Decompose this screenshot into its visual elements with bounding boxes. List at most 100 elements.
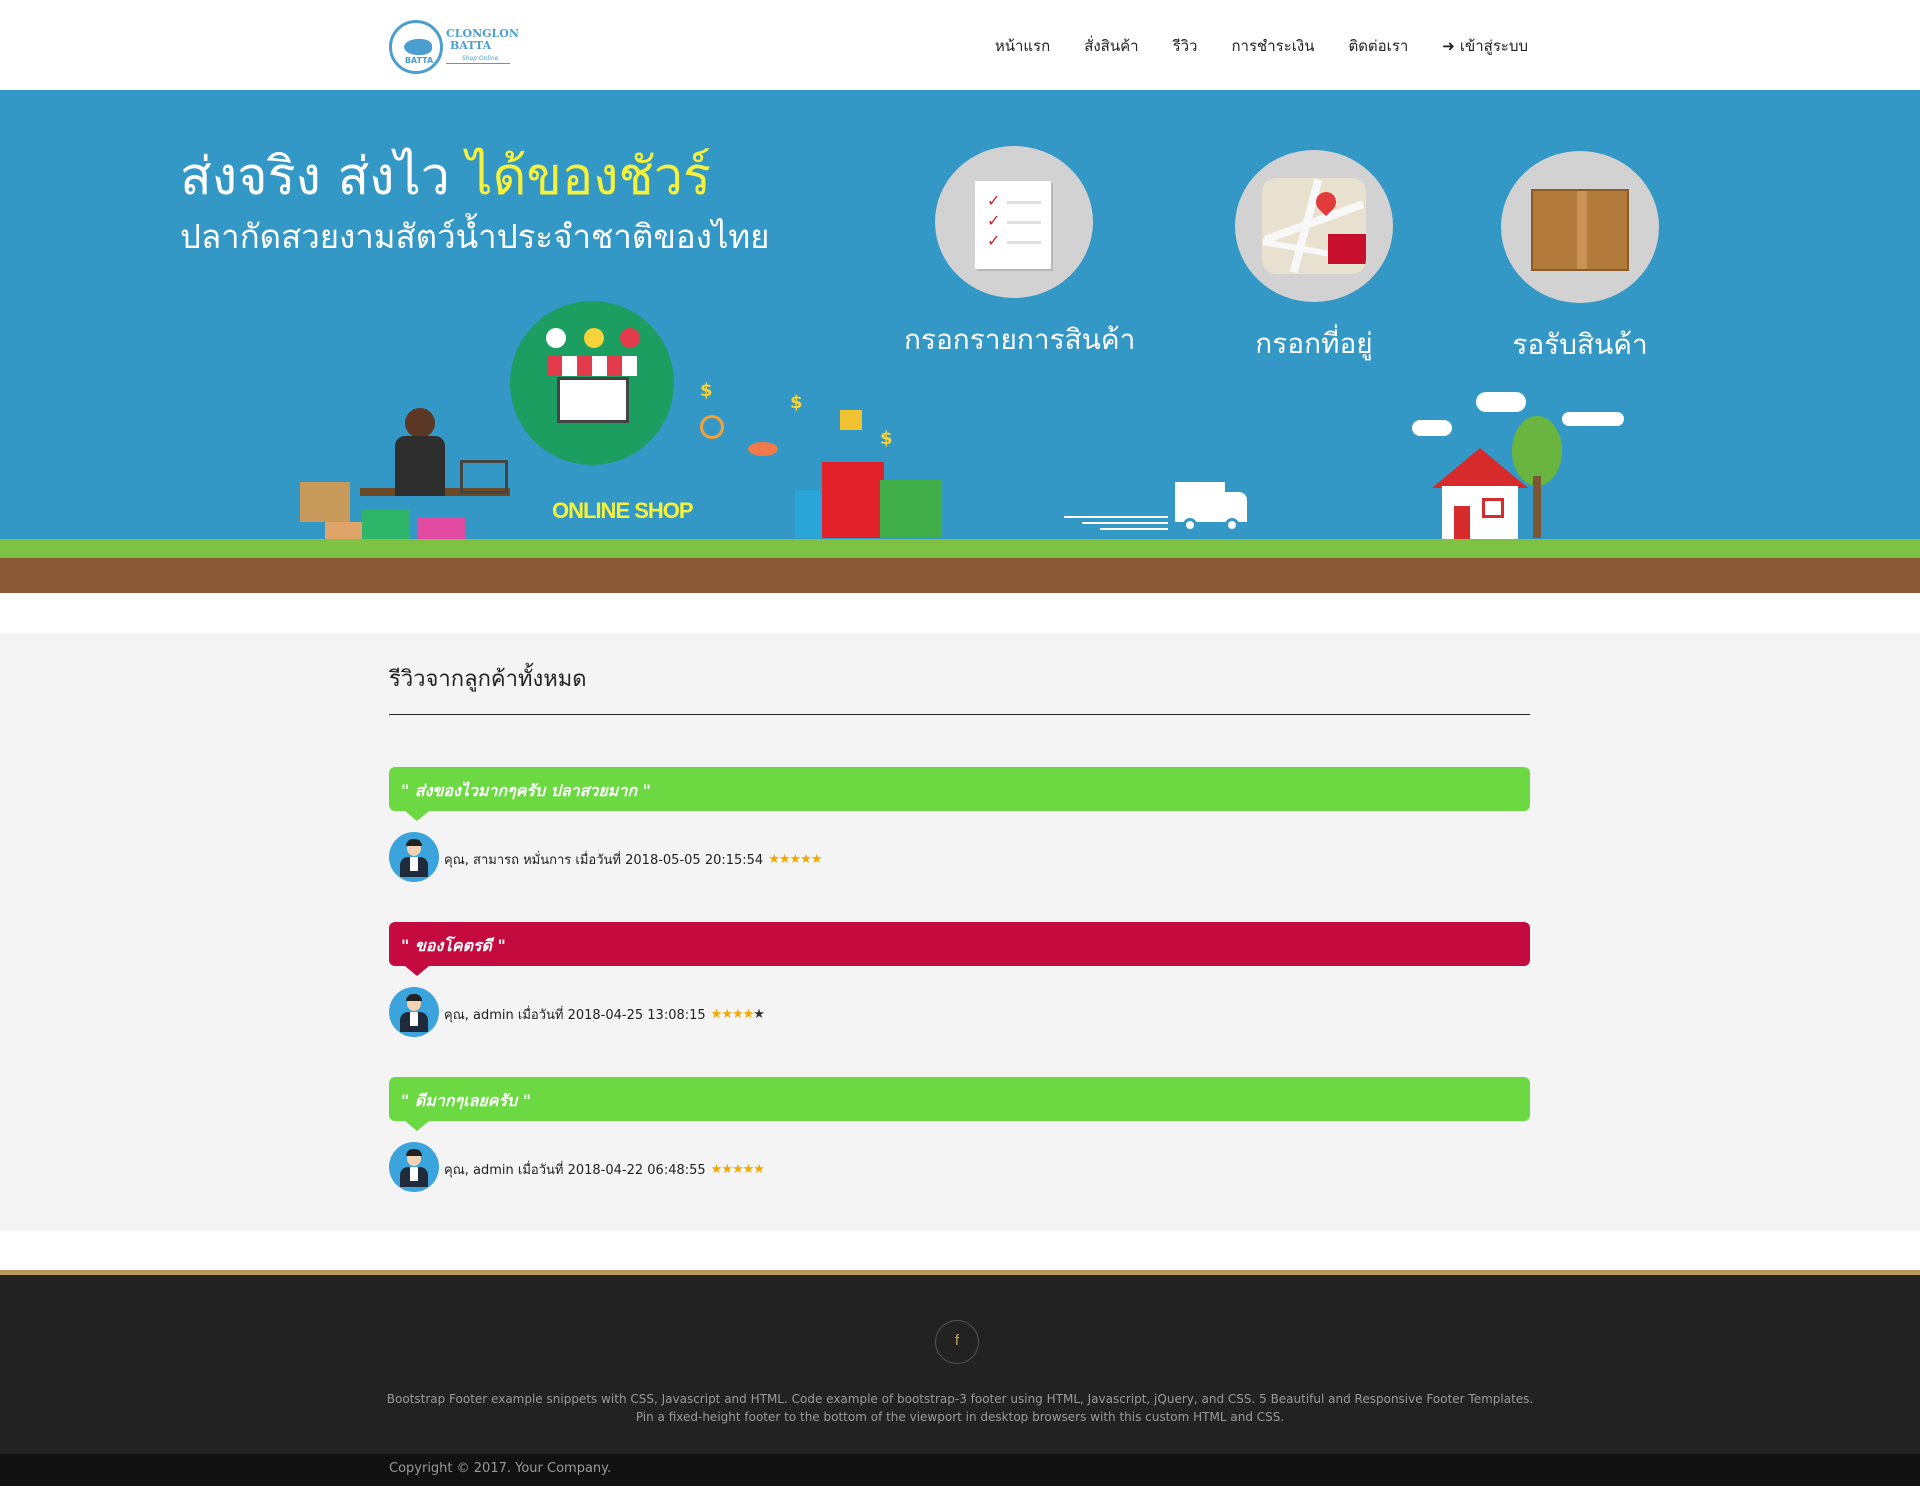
navbar: BATTA CLONGLON BATTA Shop Online หน้าแรก… — [0, 0, 1920, 90]
nav-reviews[interactable]: รีวิว — [1173, 34, 1198, 58]
brand-logo[interactable]: BATTA CLONGLON BATTA Shop Online — [389, 18, 519, 76]
copyright-text: Copyright © 2017. Your Company. — [389, 1461, 612, 1476]
map-tile — [1262, 178, 1366, 274]
star-icon: ★ — [731, 1007, 744, 1022]
reviews-divider — [389, 714, 1530, 715]
step-wait-delivery: รอรับสินค้า — [1470, 151, 1690, 367]
box-tape — [1577, 191, 1587, 269]
review-author-date: คุณ, admin เมื่อวันที่ 2018-04-22 06:48:… — [444, 1163, 706, 1178]
truck-cargo — [1175, 482, 1225, 522]
reviews-title: รีวิวจากลูกค้าทั้งหมด — [389, 667, 587, 692]
online-shop-label: ONLINE SHOP — [552, 498, 694, 523]
review-meta: คุณ, admin เมื่อวันที่ 2018-04-25 13:08:… — [444, 1004, 765, 1025]
rating-stars: ★★★★★ — [711, 1007, 765, 1022]
cart-badge-icon — [620, 328, 640, 348]
star-icon: ★ — [789, 852, 802, 867]
shopping-cart-icon — [460, 460, 508, 494]
shopping-bag-icon — [795, 490, 825, 538]
truck-wheel — [1183, 518, 1197, 532]
check-mark-icon: ✓ — [987, 231, 1001, 250]
house-icon — [1432, 448, 1528, 540]
nav-home[interactable]: หน้าแรก — [995, 34, 1050, 58]
nav-payment[interactable]: การชำระเงิน — [1231, 34, 1314, 58]
logo-emblem: BATTA — [389, 20, 443, 74]
review-quote: " ของโคตรดี " — [389, 922, 1530, 976]
review-item: " ดีมากๆเลยครับ " คุณ, admin เมื่อวันที่… — [389, 1077, 1530, 1197]
copyright-bar: Copyright © 2017. Your Company. — [0, 1454, 1920, 1486]
computer-icon — [557, 377, 629, 423]
footer: f Bootstrap Footer example snippets with… — [0, 1270, 1920, 1454]
gift-box-icon — [300, 482, 350, 522]
step-label-fill-items: กรอกรายการสินค้า — [904, 323, 1136, 356]
star-icon: ★ — [710, 1162, 723, 1177]
truck-cab — [1225, 492, 1247, 522]
star-icon: ★ — [778, 852, 791, 867]
star-icon: ★ — [768, 852, 780, 867]
footer-text: Bootstrap Footer example snippets with C… — [380, 1390, 1540, 1426]
tree-trunk — [1533, 476, 1541, 538]
checklist-line — [1007, 221, 1041, 224]
step-label-fill-address: กรอกที่อยู่ — [1255, 327, 1373, 360]
review-item: " ส่งของไวมากๆครับ ปลาสวยมาก " คุณ, สามา… — [389, 767, 1530, 887]
shopping-bag-icon — [822, 462, 884, 538]
map-icon — [1235, 150, 1393, 302]
avatar — [389, 832, 439, 882]
nav-login[interactable]: ➜ เข้าสู่ระบบ — [1442, 34, 1528, 58]
star-icon: ★ — [800, 852, 812, 867]
cardboard-box — [1531, 189, 1629, 271]
house-window — [1482, 498, 1504, 518]
review-quote: " ดีมากๆเลยครับ " — [389, 1077, 1530, 1131]
nav-login-label: เข้าสู่ระบบ — [1459, 37, 1528, 55]
brand-name-line2: BATTA — [450, 39, 492, 52]
search-icon — [546, 328, 566, 348]
checklist-line — [1007, 201, 1041, 204]
checklist-paper: ✓ ✓ ✓ — [975, 181, 1051, 269]
fish-icon — [748, 442, 778, 456]
house-door — [1454, 506, 1470, 540]
grass-strip — [0, 539, 1920, 558]
nav-contact[interactable]: ติดต่อเรา — [1348, 34, 1408, 58]
dollar-icon: $ — [880, 428, 893, 449]
avatar — [389, 1142, 439, 1192]
shopper-figure — [390, 408, 450, 498]
gift-icon — [840, 410, 862, 430]
speed-line — [1100, 528, 1168, 530]
checklist-icon: ✓ ✓ ✓ — [935, 146, 1093, 298]
cloud-icon — [1562, 412, 1624, 426]
checklist-line — [1007, 241, 1041, 244]
house-roof — [1432, 448, 1528, 488]
review-meta: คุณ, admin เมื่อวันที่ 2018-04-22 06:48:… — [444, 1159, 765, 1180]
logo-badge: BATTA — [404, 56, 434, 65]
cloud-icon — [1412, 420, 1452, 436]
hero-headline-text: ส่งจริง ส่งไว — [180, 147, 467, 207]
fish-icon — [404, 39, 432, 55]
check-mark-icon: ✓ — [987, 191, 1001, 210]
home-icon — [1328, 234, 1366, 264]
nav-order[interactable]: สั่งสินค้า — [1084, 34, 1138, 58]
shopper-body — [395, 436, 445, 496]
review-author-date: คุณ, สามารถ หมั่นการ เมื่อวันที่ 2018-05… — [444, 853, 764, 868]
star-icon: ★ — [810, 852, 823, 867]
step-fill-address: กรอกที่อยู่ — [1204, 150, 1424, 366]
star-icon: ★ — [731, 1162, 744, 1177]
star-icon: ★ — [742, 1007, 755, 1022]
star-icon: ★ — [753, 1007, 765, 1022]
online-shop-icon — [510, 301, 674, 465]
shop-awning — [547, 356, 637, 376]
star-icon: ★ — [721, 1162, 733, 1177]
rating-stars: ★★★★★ — [710, 1162, 765, 1177]
star-icon: ★ — [721, 1007, 733, 1022]
logo-underline — [446, 63, 510, 64]
brand-tagline: Shop Online — [462, 55, 499, 62]
truck-wheel — [1225, 518, 1239, 532]
hero-subheadline: ปลากัดสวยงามสัตว์น้ำประจำชาติของไทย — [180, 217, 770, 256]
soil-strip — [0, 558, 1920, 593]
step-fill-items: ✓ ✓ ✓ กรอกรายการสินค้า — [904, 146, 1136, 362]
speed-line — [1064, 516, 1168, 518]
review-meta: คุณ, สามารถ หมั่นการ เมื่อวันที่ 2018-05… — [444, 849, 823, 870]
shopping-bag-icon — [880, 480, 942, 538]
shopper-head — [405, 408, 435, 438]
review-item: " ของโคตรดี " คุณ, admin เมื่อวันที่ 201… — [389, 922, 1530, 1042]
rating-stars: ★★★★★ — [768, 852, 823, 867]
facebook-icon[interactable]: f — [935, 1320, 979, 1364]
